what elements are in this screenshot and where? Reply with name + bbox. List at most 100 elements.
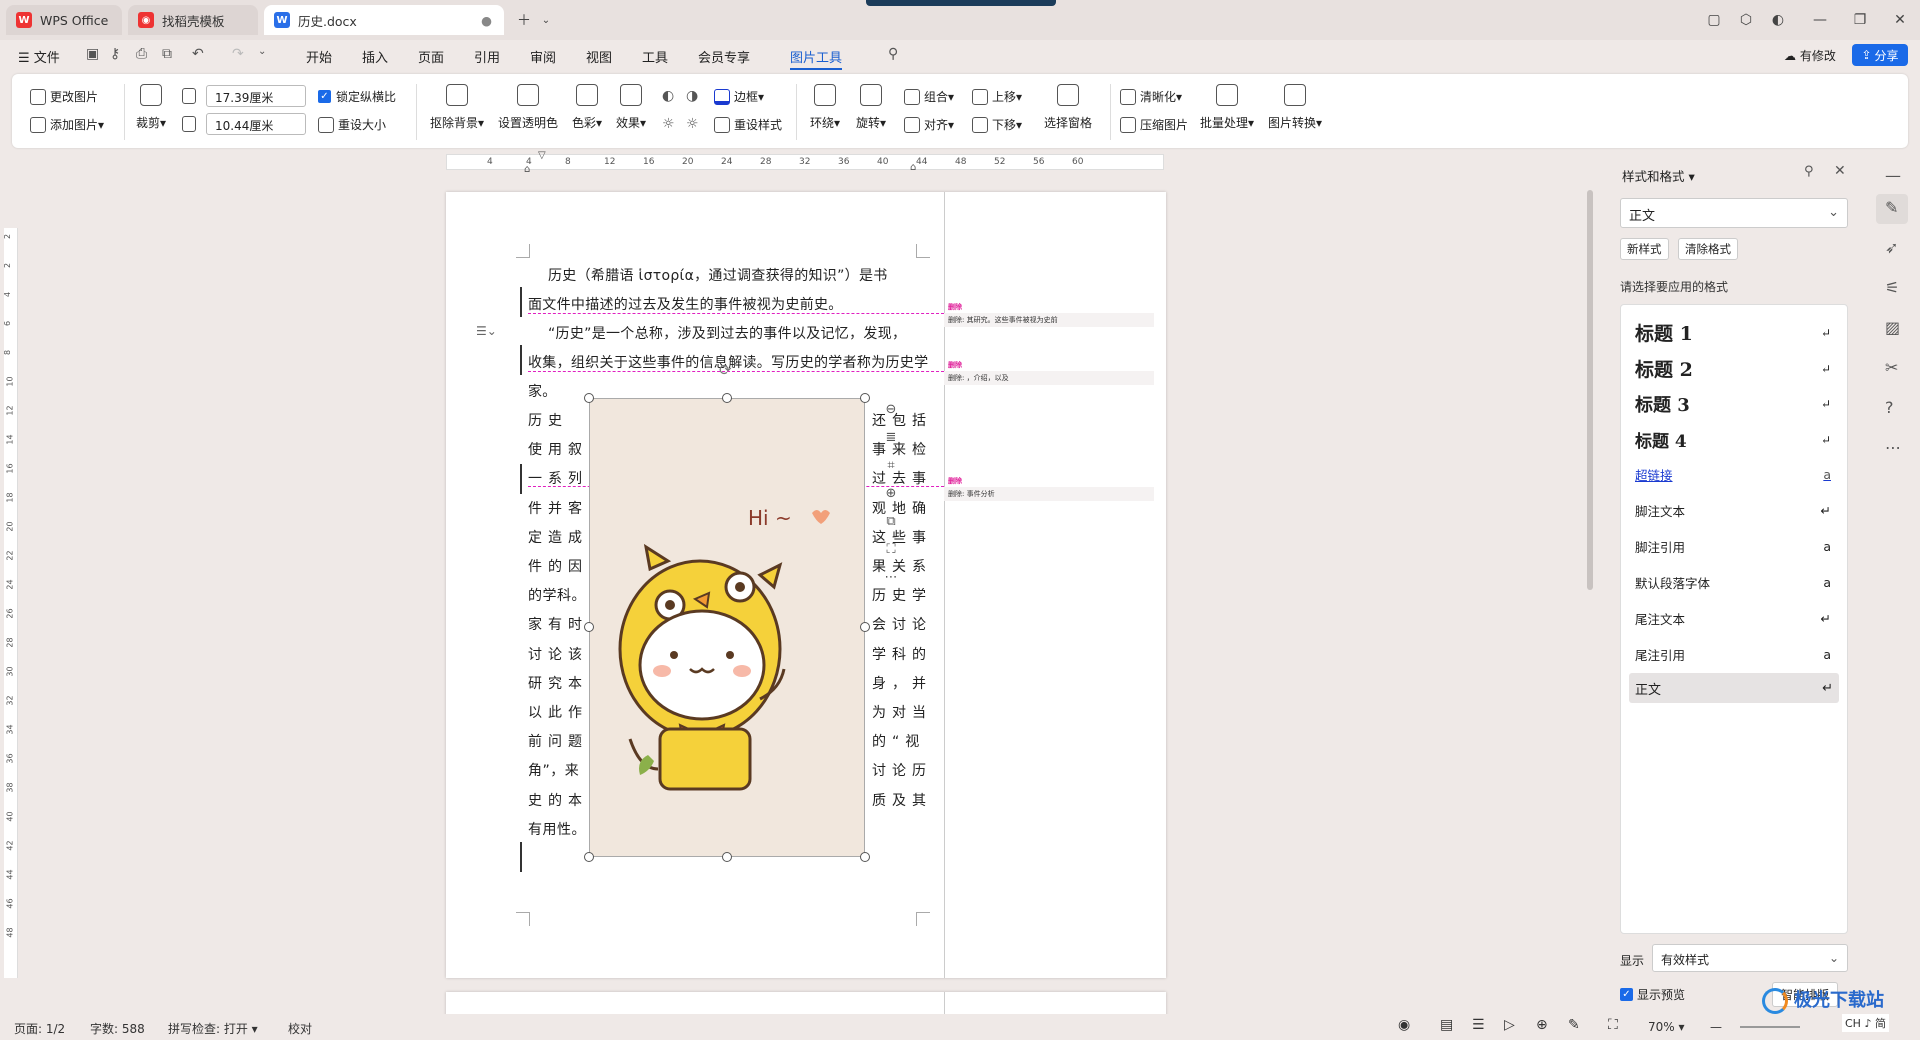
rotate-handle-icon[interactable]: ⟳ — [719, 361, 732, 379]
tab-list-chevron-icon[interactable]: ⌄ — [532, 8, 560, 32]
tab-template[interactable]: ◉ 找稻壳模板 — [128, 5, 258, 35]
sharpen-button[interactable]: 清晰化 ▾ — [1120, 88, 1182, 105]
set-transparent-button[interactable]: 设置透明色 — [498, 84, 558, 131]
effect-button[interactable]: 效果▾ — [616, 84, 646, 131]
window-mode-icon[interactable]: ▢ — [1700, 8, 1728, 32]
zoom-level[interactable]: 70% ▾ — [1648, 1020, 1685, 1034]
align-button[interactable]: 对齐 ▾ — [904, 116, 954, 133]
redo-icon[interactable]: ↷ — [232, 46, 244, 62]
play-icon[interactable]: ▷ — [1504, 1017, 1515, 1033]
paragraph-handle-icon[interactable]: ☰⌄ — [476, 324, 497, 338]
remove-background-button[interactable]: 抠除背景▾ — [430, 84, 484, 131]
scrollbar[interactable] — [1586, 156, 1594, 996]
print-icon[interactable]: ⎙ — [136, 46, 147, 62]
menu-view[interactable]: 视图 — [586, 47, 612, 66]
style-footnote-text[interactable]: 脚注文本 ↵ — [1635, 501, 1831, 520]
reset-style-button[interactable]: 重设样式 — [714, 116, 782, 133]
add-picture-button[interactable]: 添加图片 ▾ — [30, 116, 104, 133]
more-chevron-icon[interactable]: ⌄ — [258, 46, 266, 57]
style-default-font[interactable]: 默认段落字体 a — [1635, 573, 1831, 592]
style-heading-4[interactable]: 标题 4 ↵ — [1635, 427, 1831, 452]
selection-pane-button[interactable]: 选择窗格 — [1044, 84, 1092, 131]
right-margin-marker-icon[interactable]: ⌂ — [910, 162, 916, 173]
style-heading-3[interactable]: 标题 3 ↵ — [1635, 391, 1831, 417]
clear-format-button[interactable]: 清除格式 — [1678, 238, 1738, 260]
menu-insert[interactable]: 插入 — [362, 47, 388, 66]
collapse-icon[interactable]: — — [1885, 166, 1901, 185]
avatar[interactable]: ◐ — [1764, 8, 1792, 32]
scrollbar-thumb[interactable] — [1587, 190, 1593, 590]
close-icon[interactable]: ✕ — [1886, 8, 1914, 32]
zoom-out-icon[interactable]: — — [1710, 1020, 1722, 1034]
adjust-icon[interactable]: ⚟ — [1885, 278, 1899, 297]
resize-handle[interactable] — [584, 852, 594, 862]
menu-picture-tools[interactable]: 图片工具 — [790, 47, 843, 70]
panel-title[interactable]: 样式和格式 ▾ — [1622, 166, 1695, 185]
restore-icon[interactable]: ❐ — [1846, 8, 1874, 32]
resize-handle[interactable] — [860, 622, 870, 632]
tools-icon[interactable]: ✂ — [1885, 358, 1898, 377]
change-picture-button[interactable]: 更改图片 — [30, 88, 98, 105]
left-margin-marker-icon[interactable]: ⌂ — [524, 164, 530, 175]
pin-icon[interactable]: ⚲ — [1804, 164, 1814, 179]
lock-ratio-checkbox[interactable]: ✓ 锁定纵横比 — [318, 88, 396, 105]
show-select[interactable]: 有效样式 ⌄ — [1652, 944, 1848, 972]
contrast-down-icon[interactable]: ☼ — [686, 116, 699, 132]
menu-start[interactable]: 开始 — [306, 47, 332, 66]
style-hyperlink[interactable]: 超链接 a — [1635, 465, 1831, 484]
comment-balloon[interactable]: 删除: 事件分析 — [944, 487, 1154, 501]
height-input[interactable]: 10.44厘米 — [206, 113, 306, 135]
wrap-button[interactable]: 环绕▾ — [810, 84, 840, 131]
rotate-button[interactable]: 旋转▾ — [856, 84, 886, 131]
menu-page[interactable]: 页面 — [418, 47, 444, 66]
style-footnote-ref[interactable]: 脚注引用 a — [1635, 537, 1831, 556]
border-button[interactable]: 边框 ▾ — [714, 88, 764, 105]
select-pointer-icon[interactable]: ➶ — [1885, 238, 1898, 257]
cube-icon[interactable]: ⬡ — [1732, 8, 1760, 32]
fit-page-icon[interactable]: ⛶ — [1608, 1017, 1618, 1033]
brightness-up-icon[interactable]: ◐ — [662, 88, 674, 104]
menu-review[interactable]: 审阅 — [530, 47, 556, 66]
picture-convert-button[interactable]: 图片转换▾ — [1268, 84, 1322, 131]
more-options-icon[interactable]: ⋯ — [1885, 438, 1901, 457]
help-icon[interactable]: ? — [1885, 398, 1894, 417]
minimize-icon[interactable]: — — [1806, 8, 1834, 32]
selected-picture[interactable]: Hi ~ — [589, 398, 865, 857]
web-view-icon[interactable]: ⊕ — [1536, 1017, 1548, 1033]
eye-protect-icon[interactable]: ◉ — [1398, 1017, 1410, 1033]
tab-wps-office[interactable]: W WPS Office — [6, 5, 122, 35]
menu-reference[interactable]: 引用 — [474, 47, 500, 66]
group-button[interactable]: 组合 ▾ — [904, 88, 954, 105]
show-preview-checkbox[interactable]: ✓ 显示预览 — [1620, 986, 1685, 1003]
contrast-up-icon[interactable]: ◑ — [686, 88, 698, 104]
compress-button[interactable]: 压缩图片 — [1120, 116, 1188, 133]
new-style-button[interactable]: 新样式 — [1620, 238, 1669, 260]
crop-button[interactable]: 裁剪▾ — [136, 84, 166, 131]
move-down-button[interactable]: 下移 ▾ — [972, 116, 1022, 133]
style-normal-selected[interactable]: 正文 ↵ — [1629, 673, 1839, 703]
panel-close-icon[interactable]: ✕ — [1834, 163, 1846, 179]
print-preview-icon[interactable]: ⧉ — [162, 46, 172, 62]
color-button[interactable]: 色彩▾ — [572, 84, 602, 131]
resize-handle[interactable] — [584, 393, 594, 403]
spell-check[interactable]: 拼写检查: 打开 ▾ — [168, 1020, 258, 1037]
style-endnote-ref[interactable]: 尾注引用 a — [1635, 645, 1831, 664]
search-icon[interactable]: ⚲ — [888, 46, 898, 62]
comment-balloon[interactable]: 删除: ，介绍，以及 — [944, 371, 1154, 385]
page-view-icon[interactable]: ▤ — [1440, 1017, 1453, 1033]
resize-handle[interactable] — [860, 852, 870, 862]
pen-icon[interactable]: ✎ — [1568, 1017, 1580, 1033]
key-icon[interactable]: ⚷ — [110, 46, 120, 62]
vertical-ruler[interactable]: 2 2 4 6 8 10 12 14 16 18 20 22 24 26 28 30 32 34 36 38 40 42 4… — [3, 228, 18, 978]
width-input[interactable]: 17.39厘米 — [206, 85, 306, 107]
revise-status[interactable]: ☁ 有修改 — [1784, 47, 1836, 64]
save-icon[interactable]: ▣ — [86, 46, 99, 62]
tab-document[interactable]: W 历史.docx ● — [264, 5, 504, 35]
page-indicator[interactable]: 页面: 1/2 — [14, 1020, 65, 1037]
style-heading-1[interactable]: 标题 1 ↵ — [1635, 319, 1831, 346]
horizontal-ruler[interactable]: 4 4 8 12 16 20 24 28 32 36 40 44 48 52 56 60 — [446, 154, 1164, 170]
outline-view-icon[interactable]: ☰ — [1472, 1017, 1485, 1033]
pen-style-icon[interactable]: ✎ — [1885, 198, 1898, 217]
resize-handle[interactable] — [860, 393, 870, 403]
undo-icon[interactable]: ↶ — [192, 46, 204, 62]
